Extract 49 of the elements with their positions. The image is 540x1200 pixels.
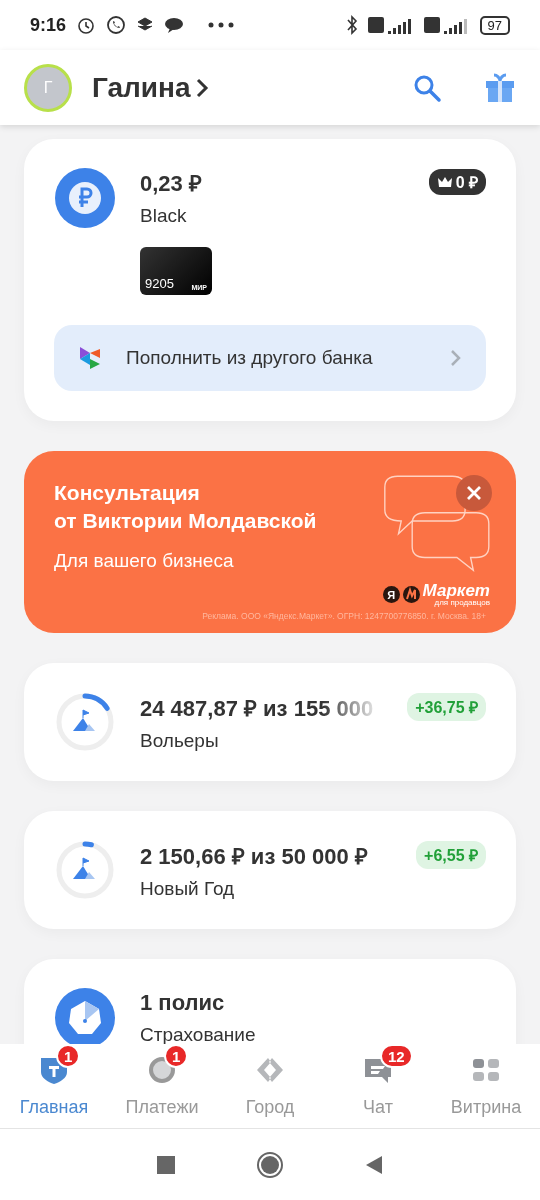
nav-tab[interactable]: 12 Чат [324,1044,432,1128]
logo-subtitle: для продавцов [434,599,490,607]
more-icon [208,22,235,28]
close-button[interactable] [456,475,492,511]
alarm-icon [76,15,97,35]
phone-bubble-icon [106,15,127,35]
goal-growth-badge: +36,75 ₽ [407,693,486,721]
profile-name[interactable]: Галина [92,71,392,104]
bluetooth-icon [345,15,358,35]
message-icon [164,16,185,34]
signal-icon [423,15,470,35]
chevron-right-icon [450,348,462,368]
market-logo-icon [402,586,420,603]
crown-icon [436,176,453,188]
logo-text: Маркет [422,582,490,599]
goal-name: Новый Год [140,878,236,900]
logo-letter: Я [382,586,400,603]
nav-tab[interactable]: 1 Платежи [108,1044,216,1128]
recents-button[interactable] [156,1154,176,1175]
ad-title: Консультация от Виктории Молдавской [54,480,317,535]
goal-growth-badge: +6,55 ₽ [416,841,486,869]
goal-name: Вольеры [140,730,220,752]
circle-icon [146,1054,178,1086]
notification-badge: 1 [56,1044,81,1068]
goal-amount: 24 487,87 ₽ из 155 000 [140,695,375,722]
back-button[interactable] [364,1153,384,1176]
status-time: 9:16 [30,14,67,36]
ad-subtitle: Для вашего бизнеса [54,549,235,572]
goal-amount: 2 150,66 ₽ из 50 000 ₽ [140,843,369,870]
nav-tab[interactable]: 1 Главная [0,1044,108,1128]
cashback-badge: 0 ₽ [428,169,486,195]
ad-disclaimer: Реклама. ООО «Яндекс.Маркет». ОГРН: 1247700776850. г. Москва. 18+ [201,611,486,621]
ad-banner[interactable]: Консультация от Виктории Молдавской Для вашего бизнеса Я Маркет для продавцов Реклама. ООО «Яндекс.Маркет». ОГРН: 1247700776850. г. Москва. 18+ [24,451,516,633]
notification-badge: 12 [380,1044,413,1068]
goal-card[interactable]: 24 487,87 ₽ из 155 000 +36,75 ₽ Вольеры [24,663,516,781]
ruble-coin-icon [54,167,116,229]
signal-icon [367,15,414,35]
goal-card[interactable]: 2 150,66 ₽ из 50 000 ₽ +6,55 ₽ Новый Год [24,811,516,929]
topup-button[interactable]: Пополнить из другого банка [54,325,486,391]
sbp-logo-icon [78,345,102,371]
gift-icon[interactable] [484,71,516,104]
notification-badge: 1 [164,1044,189,1068]
chevron-right-icon [194,76,209,99]
account-name: Black [140,205,188,227]
home-button[interactable] [256,1150,284,1179]
insurance-title: 1 полис [140,990,226,1016]
account-balance: 0,23 ₽ [140,170,203,197]
battery-level: 97 [479,15,510,35]
close-icon [466,485,482,501]
